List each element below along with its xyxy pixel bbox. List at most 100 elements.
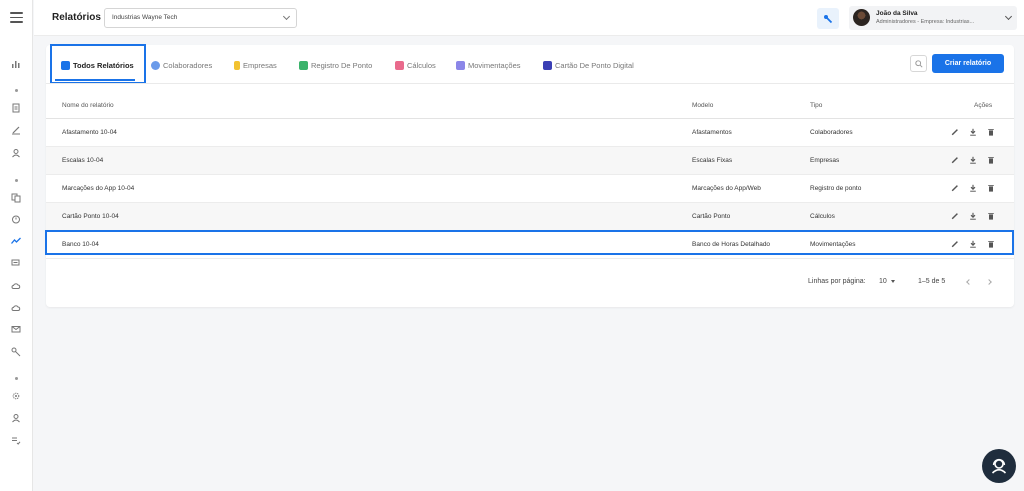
copy-icon[interactable] — [9, 191, 23, 205]
download-icon[interactable] — [968, 211, 978, 221]
avatar — [853, 9, 870, 26]
tab-label: Registro De Ponto — [311, 60, 373, 70]
download-icon[interactable] — [968, 239, 978, 249]
tab-time-record[interactable]: Registro De Ponto — [299, 57, 372, 73]
previous-page-icon[interactable] — [964, 277, 974, 287]
reports-icon — [61, 60, 70, 70]
cloud-icon[interactable] — [9, 279, 23, 293]
table-row[interactable]: Banco 10-04 Banco de Horas Detalhado Mov… — [46, 231, 1014, 259]
rows-per-page-label: Linhas por página: — [808, 278, 866, 285]
tab-label: Cartão De Ponto Digital — [555, 60, 634, 70]
column-header-actions: Ações — [974, 102, 993, 109]
next-page-icon[interactable] — [984, 277, 994, 287]
tabs-divider — [46, 83, 1014, 84]
chevron-down-icon — [1004, 12, 1013, 21]
tab-label: Todos Relatórios — [73, 60, 134, 70]
rail-separator-dot — [15, 377, 18, 380]
document-icon[interactable] — [9, 101, 23, 115]
tab-companies[interactable]: Empresas — [234, 57, 277, 73]
company-select-value: Industrias Wayne Tech — [112, 14, 178, 21]
report-model: Banco de Horas Detalhado — [692, 241, 771, 248]
chat-icon[interactable] — [9, 256, 23, 270]
report-model: Cartão Ponto — [692, 213, 731, 220]
support-agent-icon — [991, 458, 1007, 474]
report-name: Banco 10-04 — [62, 241, 99, 248]
tab-digital-time-card[interactable]: Cartão De Ponto Digital — [543, 57, 634, 73]
top-header: Relatórios Industrias Wayne Tech João da… — [34, 0, 1024, 36]
delete-icon[interactable] — [986, 183, 996, 193]
tab-label: Cálculos — [407, 60, 436, 70]
report-type: Registro de ponto — [810, 185, 862, 192]
report-name: Afastamento 10-04 — [62, 129, 117, 136]
user-name: João da Silva — [876, 10, 918, 17]
delete-icon[interactable] — [986, 155, 996, 165]
dashboard-icon[interactable] — [9, 57, 23, 71]
mail-icon[interactable] — [9, 322, 23, 336]
download-icon[interactable] — [968, 127, 978, 137]
table-row[interactable]: Cartão Ponto 10-04 Cartão Ponto Cálculos — [46, 203, 1014, 231]
user-profile-icon[interactable] — [9, 411, 23, 425]
user-menu[interactable]: João da Silva Administradores - Empresa:… — [849, 6, 1017, 30]
report-type: Movimentações — [810, 241, 856, 248]
report-name: Cartão Ponto 10-04 — [62, 213, 119, 220]
tab-label: Empresas — [243, 60, 277, 70]
tab-label: Colaboradores — [163, 60, 213, 70]
edit-icon[interactable] — [950, 211, 960, 221]
delete-icon[interactable] — [986, 239, 996, 249]
edit-icon[interactable] — [950, 239, 960, 249]
report-model: Afastamentos — [692, 129, 732, 136]
rows-per-page-select[interactable]: 10 — [879, 278, 895, 285]
chevron-down-icon — [282, 12, 291, 21]
calculator-icon — [395, 60, 404, 70]
checklist-icon[interactable] — [9, 433, 23, 447]
edit-icon[interactable] — [9, 123, 23, 137]
download-icon[interactable] — [968, 183, 978, 193]
search-icon — [914, 59, 923, 68]
tab-all-reports[interactable]: Todos Relatórios — [61, 57, 134, 73]
download-icon[interactable] — [968, 155, 978, 165]
movements-icon — [456, 60, 465, 70]
rail-separator-dot — [15, 179, 18, 182]
caret-down-icon — [890, 279, 895, 283]
tab-underline — [55, 79, 135, 81]
delete-icon[interactable] — [986, 211, 996, 221]
reports-card: Todos Relatórios Colaboradores Empresas … — [45, 44, 1014, 307]
reports-trend-icon[interactable] — [9, 234, 23, 248]
table-row[interactable]: Afastamento 10-04 Afastamentos Colaborad… — [46, 119, 1014, 147]
tab-movements[interactable]: Movimentações — [456, 57, 521, 73]
report-model: Marcações do App/Web — [692, 185, 761, 192]
digital-card-icon — [543, 60, 552, 70]
company-select[interactable]: Industrias Wayne Tech — [104, 8, 297, 28]
tab-calculations[interactable]: Cálculos — [395, 57, 436, 73]
report-type: Empresas — [810, 157, 840, 164]
column-header-model: Modelo — [692, 102, 714, 109]
wrench-icon — [824, 14, 833, 23]
side-rail — [0, 0, 33, 491]
table-row[interactable]: Escalas 10-04 Escalas Fixas Empresas — [46, 147, 1014, 175]
tools-button[interactable] — [817, 8, 839, 29]
create-report-button[interactable]: Criar relatório — [932, 54, 1004, 73]
report-model: Escalas Fixas — [692, 157, 733, 164]
tab-employees[interactable]: Colaboradores — [151, 57, 212, 73]
company-icon — [234, 60, 240, 70]
key-icon[interactable] — [9, 345, 23, 359]
settings-gear-icon[interactable] — [9, 389, 23, 403]
edit-icon[interactable] — [950, 183, 960, 193]
alarm-clock-icon[interactable] — [9, 212, 23, 226]
delete-icon[interactable] — [986, 127, 996, 137]
cloud-sync-icon[interactable] — [9, 301, 23, 315]
table-row[interactable]: Marcações do App 10-04 Marcações do App/… — [46, 175, 1014, 203]
page-title: Relatórios — [52, 12, 101, 23]
report-name: Escalas 10-04 — [62, 157, 104, 164]
person-icon[interactable] — [9, 146, 23, 160]
user-role: Administradores - Empresa: Industrias... — [876, 19, 975, 25]
edit-icon[interactable] — [950, 155, 960, 165]
search-button[interactable] — [910, 55, 927, 72]
edit-icon[interactable] — [950, 127, 960, 137]
hamburger-menu-icon[interactable] — [10, 12, 23, 24]
report-type: Colaboradores — [810, 129, 853, 136]
clock-record-icon — [299, 60, 308, 70]
rows-per-page-value: 10 — [879, 278, 887, 285]
help-support-button[interactable] — [982, 449, 1016, 483]
column-header-type: Tipo — [810, 102, 823, 109]
